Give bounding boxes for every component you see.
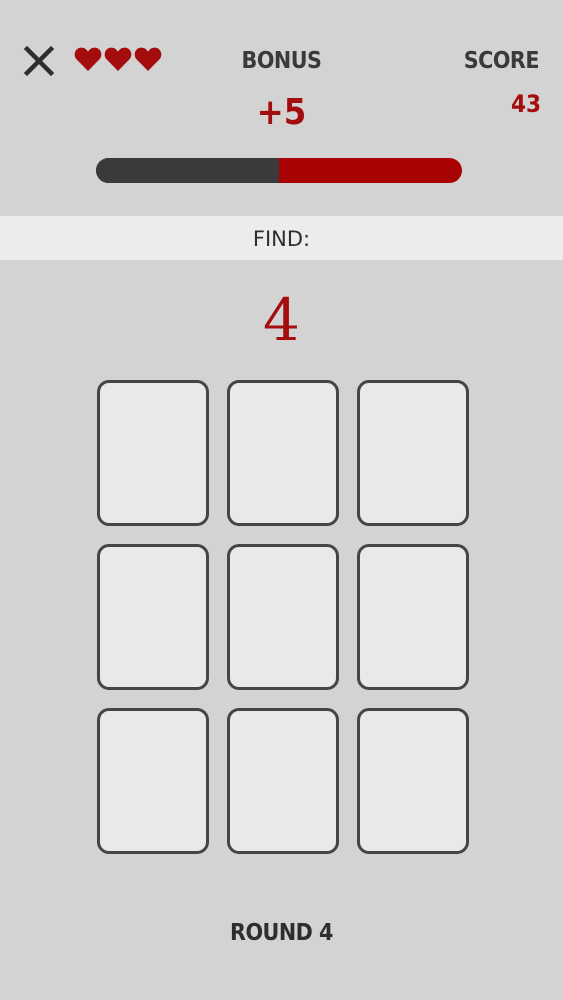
bonus-value: +5 (256, 92, 307, 133)
target-number: 4 (263, 286, 300, 354)
card-4[interactable] (97, 544, 209, 690)
score-value: 43 (510, 90, 541, 118)
find-banner: FIND: (0, 216, 563, 260)
card-3[interactable] (357, 380, 469, 526)
card-5[interactable] (227, 544, 339, 690)
score-label: SCORE (463, 48, 540, 74)
card-8[interactable] (227, 708, 339, 854)
bonus-timer-bar (96, 158, 462, 183)
card-grid (97, 380, 469, 854)
card-6[interactable] (357, 544, 469, 690)
card-9[interactable] (357, 708, 469, 854)
round-label: ROUND 4 (230, 920, 333, 946)
find-label: FIND: (252, 227, 311, 251)
bonus-timer-fill (96, 158, 280, 183)
card-2[interactable] (227, 380, 339, 526)
card-7[interactable] (97, 708, 209, 854)
card-1[interactable] (97, 380, 209, 526)
